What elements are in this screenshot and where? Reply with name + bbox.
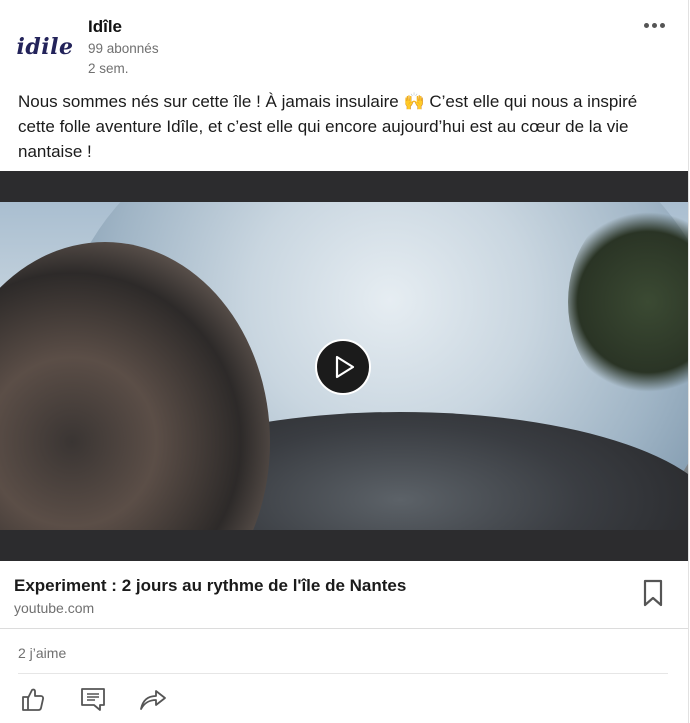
link-source: youtube.com [14,600,95,616]
like-button[interactable] [18,684,48,714]
dot-icon [643,22,649,28]
share-icon [140,690,166,710]
likes-count[interactable]: 2 j’aime [18,645,66,661]
dot-icon [651,22,657,28]
action-bar [18,684,168,714]
dot-icon [659,22,665,28]
post-text: Nous sommes nés sur cette île ! À jamais… [18,92,638,161]
author-name[interactable]: Idîle [88,17,122,37]
company-logo[interactable]: idile [14,16,76,78]
divider [0,628,688,629]
comment-icon [81,688,105,711]
bookmark-icon [643,579,663,607]
save-button[interactable] [642,579,664,607]
play-icon [335,355,355,379]
play-button[interactable] [315,339,371,395]
share-button[interactable] [138,684,168,714]
follower-count: 99 abonnés [88,41,159,56]
thumbs-up-icon [22,688,45,711]
post-header: idile Idîle 99 abonnés 2 sem. [0,0,688,86]
video-player[interactable] [0,171,688,561]
link-title[interactable]: Experiment : 2 jours au rythme de l'île … [14,576,406,596]
logo-text: idile [16,34,74,60]
comment-button[interactable] [78,684,108,714]
post-time: 2 sem. [88,61,129,76]
more-options-button[interactable] [638,14,670,36]
post-card: idile Idîle 99 abonnés 2 sem. Nous somme… [0,0,689,723]
divider [18,673,668,674]
